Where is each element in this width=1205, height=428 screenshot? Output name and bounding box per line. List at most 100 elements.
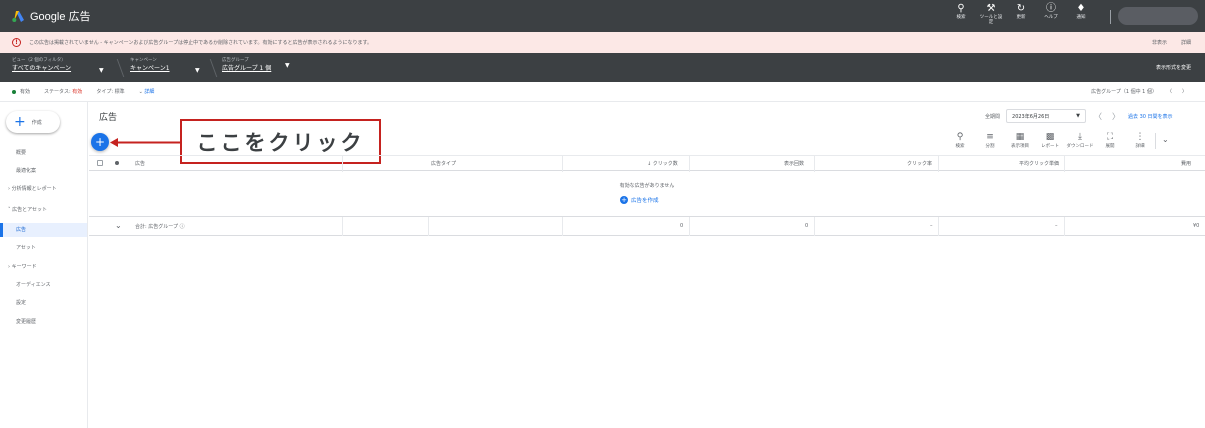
filter-status-value: 有効	[72, 89, 83, 95]
adgroup-selector[interactable]: 広告グループ 広告グループ 1 個	[222, 58, 271, 73]
chevron-left-icon[interactable]: 〈	[1167, 88, 1172, 95]
filter-type[interactable]: タイプ: 標準	[96, 88, 124, 95]
column-impressions[interactable]: 表示回数	[784, 160, 804, 167]
column-cost[interactable]: 費用	[1181, 160, 1191, 167]
breadcrumb-separator	[209, 59, 218, 77]
filter-bar: 有効 ステータス: 有効 タイプ: 標準 ⌄ 詳細 広告グループ（1 個中 1 …	[0, 82, 1205, 102]
column-divider	[689, 217, 690, 236]
account-avatar[interactable]	[1118, 7, 1198, 25]
chevron-right-icon[interactable]: 〉	[1112, 111, 1120, 122]
header-notifications-button[interactable]: ♦ 通知	[1068, 3, 1094, 25]
alert-actions: 非表示 詳細	[1138, 39, 1191, 46]
date-range: 全期間 2023年6月26日 ▼ 〈 〉 過去 30 日間を表示	[985, 109, 1173, 123]
view-selector[interactable]: ビュー（2 個のフィルタ） すべてのキャンペーン	[12, 58, 71, 73]
nav-item-overview[interactable]: 概要	[0, 146, 87, 160]
create-button[interactable]: + 作成	[6, 111, 60, 133]
tool-report-button[interactable]: ▩ レポート	[1035, 131, 1065, 149]
google-ads-logo[interactable]: Google 広告	[12, 8, 91, 24]
tool-search-label: 検索	[955, 144, 965, 149]
add-ad-button[interactable]: +	[91, 133, 109, 151]
empty-state: 有効な広告がありません + 広告を作成	[89, 171, 1205, 217]
download-icon: ⤓	[1078, 132, 1082, 142]
chevron-left-icon[interactable]: 〈	[1094, 111, 1102, 122]
column-ad[interactable]: 広告	[135, 160, 145, 167]
date-range-value: 2023年6月26日	[1012, 113, 1050, 120]
bell-icon: ♦	[1076, 3, 1086, 14]
date-range-label: 全期間	[985, 113, 1001, 120]
column-clicks[interactable]: ↓ クリック数	[647, 160, 678, 167]
chevron-down-icon[interactable]: ⌄	[1162, 135, 1169, 149]
google-ads-logo-icon	[12, 10, 24, 22]
toolbar-divider	[1155, 133, 1156, 149]
wrench-icon: ⚒	[986, 3, 996, 14]
filter-active[interactable]: 有効	[20, 88, 30, 95]
tool-download-label: ダウンロード	[1066, 144, 1094, 149]
column-divider	[1064, 217, 1065, 236]
chevron-down-icon[interactable]: ▼	[285, 62, 290, 69]
nav-item-keywords-label: キーワード	[11, 264, 37, 270]
nav-item-settings[interactable]: 設定	[0, 296, 87, 310]
header-help-button[interactable]: ⓘ ヘルプ	[1038, 3, 1064, 25]
alert-dismiss-button[interactable]: 非表示	[1152, 39, 1167, 46]
column-divider	[814, 217, 815, 236]
alert-details-button[interactable]: 詳細	[1181, 39, 1191, 46]
header-search-button[interactable]: ⚲ 検索	[948, 3, 974, 25]
nav-item-insights-label: 分析情報とレポート	[11, 186, 57, 192]
help-icon: ⓘ	[1046, 3, 1056, 14]
nav-item-audiences[interactable]: オーディエンス	[0, 278, 87, 292]
search-icon: ⚲	[957, 3, 965, 14]
create-ad-label: 広告を作成	[631, 198, 659, 204]
campaign-selector-value: キャンペーン1	[130, 65, 170, 72]
nav-item-change-history[interactable]: 変更履歴	[0, 315, 87, 329]
column-ctr[interactable]: クリック率	[907, 160, 932, 167]
nav-item-assets[interactable]: アセット	[0, 241, 87, 255]
tool-columns-button[interactable]: ▦ 表示項目	[1005, 131, 1035, 149]
nav-item-ads-assets[interactable]: ˅ 広告とアセット	[0, 203, 87, 217]
tool-columns-label: 表示項目	[1011, 144, 1029, 149]
chevron-down-icon[interactable]: ⌄	[115, 221, 122, 230]
nav-item-recommendations[interactable]: 最適化案	[0, 164, 87, 178]
columns-icon: ▦	[1015, 132, 1025, 142]
table-header: 広告 広告タイプ ↓ クリック数 表示回数 クリック率 平均クリック単価 費用	[89, 155, 1205, 172]
header-divider	[1110, 10, 1111, 24]
nav-item-insights[interactable]: › 分析情報とレポート	[0, 182, 87, 196]
tool-segment-button[interactable]: ≡ 分割	[975, 131, 1005, 149]
page-title: 広告	[99, 113, 118, 123]
plus-icon: +	[14, 114, 26, 130]
help-icon[interactable]: ⓘ	[180, 224, 185, 230]
chevron-down-icon[interactable]: ▼	[195, 67, 200, 74]
filter-status[interactable]: ステータス: 有効	[44, 88, 82, 95]
last-30-days-link[interactable]: 過去 30 日間を表示	[1128, 113, 1173, 120]
tool-more-button[interactable]: ⋮ 詳細	[1125, 131, 1155, 149]
column-ad-type[interactable]: 広告タイプ	[431, 160, 456, 167]
header-tools-label: ツールと設定	[979, 15, 1003, 25]
tool-expand-label: 展開	[1105, 144, 1115, 149]
change-view-button[interactable]: 表示形式を変更	[1156, 64, 1191, 71]
column-avg-cpc[interactable]: 平均クリック単価	[1019, 160, 1059, 167]
total-avg-cpc: –	[1055, 223, 1058, 229]
tool-expand-button[interactable]: ⛶ 展開	[1095, 131, 1125, 149]
column-divider	[428, 217, 429, 236]
dropdown-arrow-icon: ▼	[1076, 113, 1081, 119]
tool-search-button[interactable]: ⚲ 検索	[945, 131, 975, 149]
campaign-selector[interactable]: キャンペーン キャンペーン1	[130, 58, 170, 73]
chevron-right-icon[interactable]: 〉	[1182, 88, 1187, 95]
column-divider	[342, 217, 343, 236]
chevron-down-icon: ⌄	[138, 89, 143, 95]
tool-download-button[interactable]: ⤓ ダウンロード	[1065, 131, 1095, 149]
adgroup-pager: 広告グループ（1 個中 1 個） 〈 〉	[1081, 88, 1187, 95]
nav-item-ads[interactable]: 広告	[0, 223, 87, 237]
create-ad-link[interactable]: + 広告を作成	[620, 196, 659, 204]
active-status-dot	[12, 89, 16, 94]
filter-details[interactable]: ⌄ 詳細	[139, 88, 155, 95]
plus-circle-icon: +	[620, 196, 628, 204]
warning-icon: !	[12, 38, 21, 47]
header-tools-button[interactable]: ⚒ ツールと設定	[978, 3, 1004, 25]
header-refresh-button[interactable]: ↻ 更新	[1008, 3, 1034, 25]
alert-banner: ! この広告は掲載されていません - キャンペーンおよび広告グループは停止中であ…	[0, 32, 1205, 53]
column-divider	[562, 217, 563, 236]
select-all-checkbox[interactable]	[97, 160, 103, 166]
date-range-selector[interactable]: 2023年6月26日 ▼	[1006, 109, 1087, 123]
chevron-down-icon[interactable]: ▼	[99, 67, 104, 74]
nav-item-keywords[interactable]: › キーワード	[0, 260, 87, 274]
